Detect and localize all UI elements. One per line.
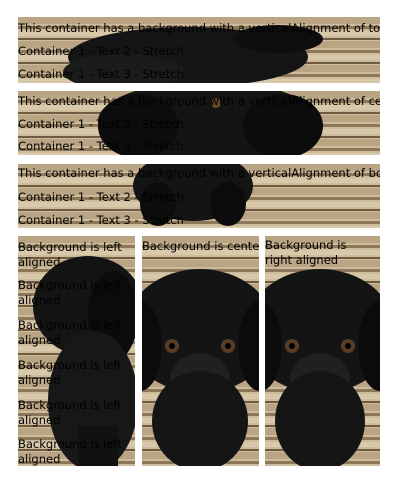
text-3: Container 1 - Text 3 - Stretch: [18, 139, 184, 153]
text-2: Container 1 - Text 2 - Stretch: [18, 44, 184, 58]
container-center-aligned: This container has a background with a v…: [18, 91, 380, 155]
label-3: Background is left aligned: [18, 318, 122, 347]
label-4: Background is left aligned: [18, 358, 122, 387]
label-2: Background is left aligned: [18, 278, 122, 307]
label-6: Background is left aligned: [18, 437, 122, 466]
container-bottom-aligned: This container has a background with a v…: [18, 164, 380, 228]
text-2: Container 1 - Text 2 - Stretch: [18, 190, 184, 204]
label-1: Background is left aligned: [18, 240, 122, 269]
right-label: Background is right aligned: [265, 238, 347, 267]
column-center-aligned: Background is center: [142, 236, 259, 466]
container-top-aligned: This container has a background with a v…: [18, 17, 380, 83]
column-right-aligned: Background is right aligned: [265, 236, 380, 466]
background-image: [18, 236, 135, 466]
band-heading: This container has a background with a v…: [18, 166, 380, 180]
text-2: Container 1 - Text 2 - Stretch: [18, 117, 184, 131]
text-3: Container 1 - Text 3 - Stretch: [18, 213, 184, 227]
column-left-aligned: Background is left aligned Background is…: [18, 236, 135, 466]
label-5: Background is left aligned: [18, 398, 122, 427]
background-image: [265, 236, 380, 466]
center-label: Background is center: [142, 239, 259, 253]
band-heading: This container has a background with a v…: [18, 94, 380, 108]
background-image: [142, 236, 259, 466]
band-heading: This container has a background with a v…: [18, 21, 380, 35]
text-3: Container 1 - Text 3 - Stretch: [18, 67, 184, 81]
